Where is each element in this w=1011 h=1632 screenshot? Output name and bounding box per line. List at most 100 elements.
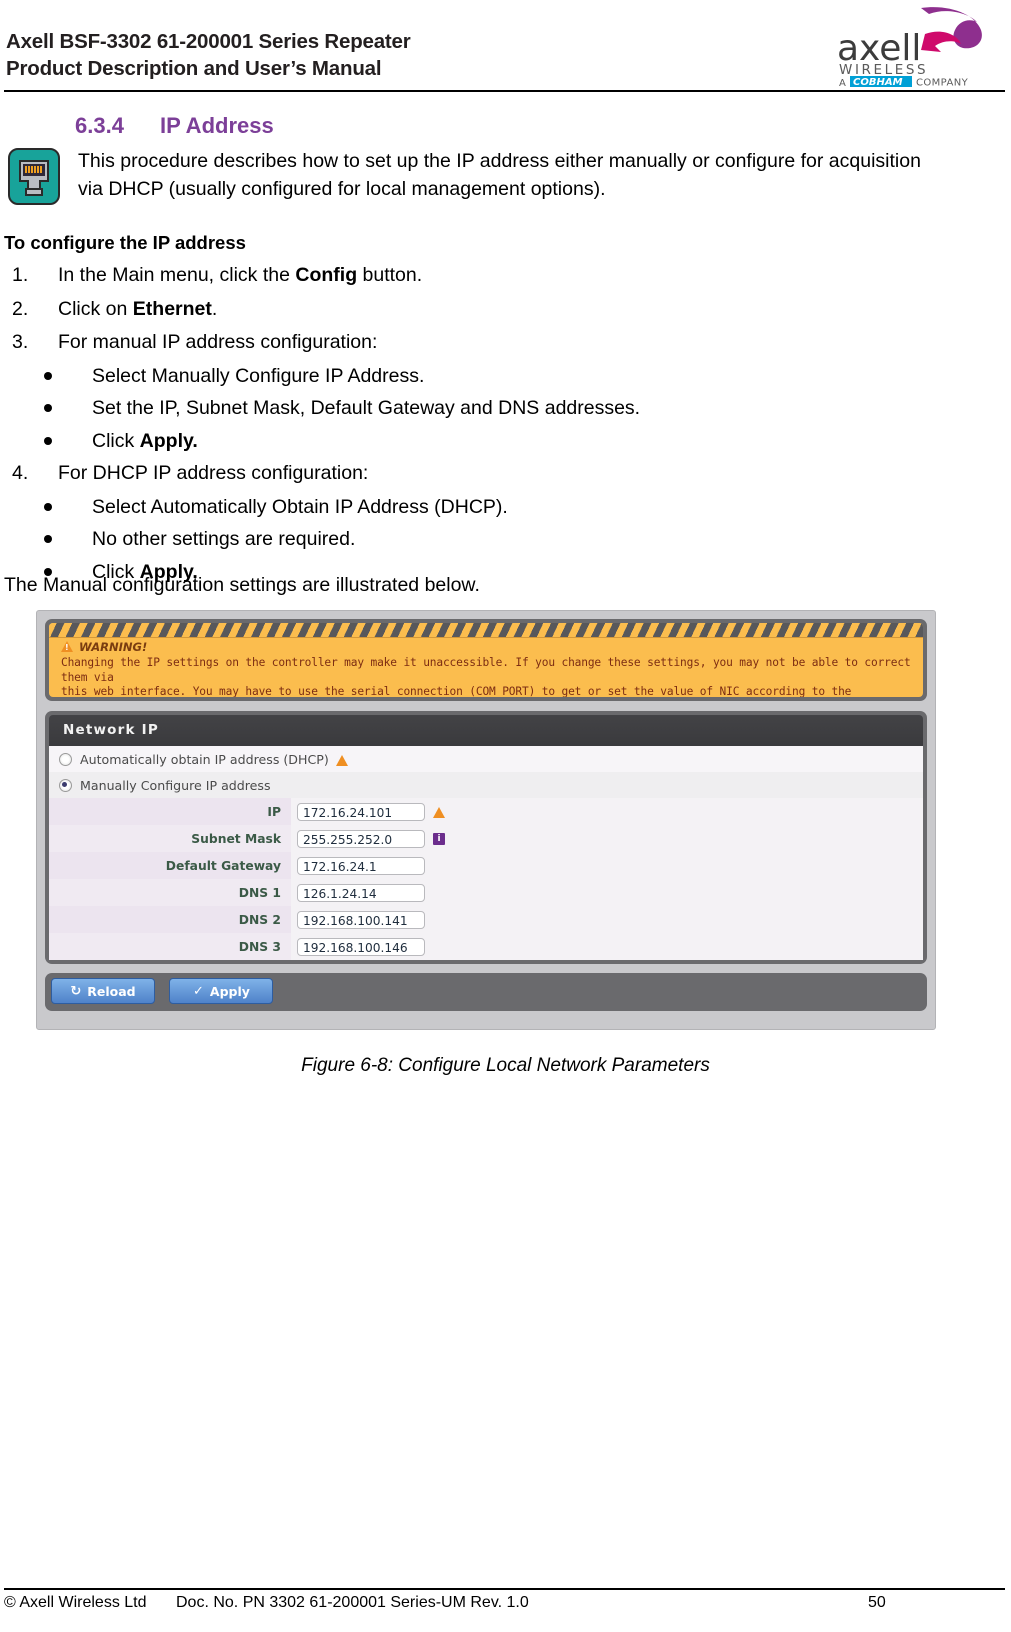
logo-subtext-company: COMPANY	[916, 78, 969, 89]
bullet-dot-icon	[44, 371, 52, 380]
input-dns3[interactable]: 192.168.100.146	[297, 937, 425, 956]
field-label-subnet-mask: Subnet Mask	[191, 831, 281, 846]
radio-button-dhcp-icon[interactable]	[59, 752, 72, 766]
warning-body-line2: this web interface. You may have to use …	[61, 685, 852, 697]
hazard-stripe	[49, 623, 923, 638]
figure-caption: Figure 6-8: Configure Local Network Para…	[301, 1055, 710, 1076]
step-text-after: .	[211, 297, 218, 320]
info-icon[interactable]: i	[433, 832, 445, 845]
network-ip-card-body: Automatically obtain IP address (DHCP) M…	[49, 746, 923, 960]
step-text: In the Main menu, click the Config butto…	[58, 264, 422, 286]
bullet-text: No other settings are required.	[92, 528, 356, 550]
action-bar: ↻ Reload ✓ Apply	[45, 973, 927, 1011]
input-default-gateway[interactable]: 172.16.24.1	[297, 856, 425, 875]
warning-body-line1: Changing the IP settings on the controll…	[61, 656, 911, 684]
step-text: Click on Ethernet.	[58, 298, 217, 320]
procedure-step: 1. In the Main menu, click the Config bu…	[4, 262, 934, 289]
field-cell-subnet-mask: 255.255.252.0 i	[291, 825, 923, 852]
field-row-dns2: DNS 2 192.168.100.141	[49, 906, 923, 933]
figure-screenshot: WARNING! Changing the IP settings on the…	[36, 610, 936, 1030]
bullet-dot-icon	[44, 404, 52, 412]
step-text: For manual IP address configuration:	[58, 331, 378, 353]
bullet-dot-icon	[44, 436, 52, 445]
bullet-item: Select Automatically Obtain IP Address (…	[4, 494, 934, 521]
refresh-icon: ↻	[70, 983, 82, 999]
field-label-dns3: DNS 3	[238, 939, 281, 954]
ethernet-rj45-icon	[8, 148, 60, 205]
field-label-ip: IP	[267, 804, 281, 819]
page-footer: © Axell Wireless Ltd Doc. No. PN 3302 61…	[0, 1594, 1011, 1622]
page-header: Axell BSF-3302 61-200001 Series Repeater…	[0, 0, 1011, 92]
step-text-bold: Ethernet	[132, 297, 212, 320]
header-title-line1: Axell BSF-3302 61-200001 Series Repeater	[6, 30, 411, 53]
bullet-dot-icon	[44, 502, 52, 511]
input-dns2[interactable]: 192.168.100.141	[297, 910, 425, 929]
check-icon: ✓	[192, 983, 204, 999]
input-ip[interactable]: 172.16.24.101	[297, 802, 425, 821]
radio-label-manual: Manually Configure IP address	[80, 777, 271, 793]
procedure-step: 2. Click on Ethernet.	[4, 296, 934, 323]
step-number: 3.	[12, 331, 29, 353]
apply-button-label: Apply	[209, 983, 250, 999]
step-text-before: In the Main menu, click the	[58, 264, 296, 286]
warning-body: Changing the IP settings on the controll…	[61, 656, 913, 697]
section-heading: 6.3.4 IP Address	[75, 113, 274, 139]
field-cell-dns3: 192.168.100.146	[291, 933, 923, 960]
warning-title: WARNING!	[79, 640, 148, 654]
radio-option-manual[interactable]: Manually Configure IP address	[49, 772, 923, 798]
warning-triangle-icon	[61, 641, 73, 652]
bullet-text-bold: Apply.	[139, 429, 198, 452]
bullet-item: No other settings are required.	[4, 526, 934, 553]
warning-triangle-icon	[335, 754, 348, 766]
step-number: 2.	[12, 297, 29, 320]
step-text-bold: Config	[295, 264, 358, 286]
procedure-bullet-list: Select Manually Configure IP Address. Se…	[4, 363, 934, 455]
header-divider	[4, 90, 1005, 92]
field-row-ip: IP 172.16.24.101	[49, 798, 923, 825]
bullet-text: Select Automatically Obtain IP Address (…	[92, 495, 508, 518]
procedure-step: 3. For manual IP address configuration:	[4, 329, 934, 356]
bullet-text: Click	[92, 429, 140, 452]
bullet-item: Click Apply.	[4, 428, 934, 455]
section-title: IP Address	[160, 113, 274, 138]
logo-subtext-a: A	[839, 78, 846, 88]
bullet-dot-icon	[44, 535, 52, 543]
section-intro-text: This procedure describes how to set up t…	[78, 150, 921, 200]
apply-button[interactable]: ✓ Apply	[169, 978, 274, 1004]
bullet-item: Select Manually Configure IP Address.	[4, 363, 934, 390]
footer-divider	[4, 1588, 1005, 1590]
field-row-default-gateway: Default Gateway 172.16.24.1	[49, 852, 923, 879]
field-row-dns3: DNS 3 192.168.100.146	[49, 933, 923, 960]
network-ip-card-title: Network IP	[49, 715, 923, 746]
input-subnet-mask[interactable]: 255.255.252.0	[297, 829, 425, 848]
bullet-text: Set the IP, Subnet Mask, Default Gateway…	[92, 397, 641, 419]
input-dns1[interactable]: 126.1.24.14	[297, 883, 425, 902]
header-title-block: Axell BSF-3302 61-200001 Series Repeater…	[6, 28, 411, 82]
field-cell-dns1: 126.1.24.14	[291, 879, 923, 906]
ethernet-rj45-icon-svg	[8, 148, 60, 205]
field-label-dns2: DNS 2	[238, 912, 281, 927]
logo-svg: axell WIRELESS A COBHAM COMPANY	[837, 7, 982, 89]
step-text: For DHCP IP address configuration:	[58, 462, 369, 484]
footer-page-number: 50	[868, 1594, 886, 1611]
procedure-step: 4. For DHCP IP address configuration:	[4, 460, 934, 487]
footer-doc-reference: Doc. No. PN 3302 61-200001 Series-UM Rev…	[176, 1594, 529, 1611]
field-cell-ip: 172.16.24.101	[291, 798, 923, 825]
step-text-after: button.	[357, 264, 423, 286]
procedure-subheading: To configure the IP address	[4, 232, 246, 253]
reload-button[interactable]: ↻ Reload	[51, 978, 155, 1004]
warning-banner: WARNING! Changing the IP settings on the…	[45, 619, 927, 701]
footer-copyright: © Axell Wireless Ltd	[4, 1594, 147, 1611]
procedure-step-list: 1. In the Main menu, click the Config bu…	[4, 262, 934, 591]
step-number: 1.	[12, 264, 29, 286]
radio-option-dhcp[interactable]: Automatically obtain IP address (DHCP)	[49, 746, 923, 772]
warning-banner-inner: WARNING! Changing the IP settings on the…	[49, 623, 923, 697]
step-text-before: Click on	[58, 297, 133, 320]
radio-button-manual-icon[interactable]	[59, 778, 72, 792]
header-title-line2: Product Description and User’s Manual	[6, 57, 382, 80]
field-row-subnet-mask: Subnet Mask 255.255.252.0 i	[49, 825, 923, 852]
logo-cobham: COBHAM	[853, 77, 903, 88]
radio-label-dhcp: Automatically obtain IP address (DHCP)	[80, 751, 329, 767]
icon-connector-tab	[25, 188, 43, 196]
bullet-item: Set the IP, Subnet Mask, Default Gateway…	[4, 395, 934, 422]
